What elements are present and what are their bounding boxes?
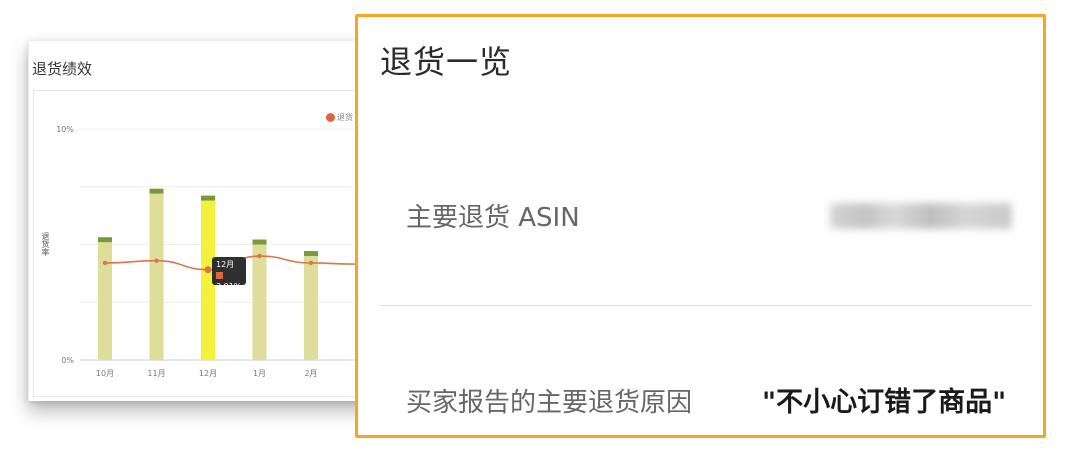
tooltip-value-row: 3.91%: [216, 270, 246, 292]
return-rate-chart: 0% 10% 10月 11月 12月 1月 2月: [56, 125, 360, 378]
bar-cap: [149, 188, 164, 194]
bar-cap: [201, 195, 215, 201]
legend-label: 退货: [337, 113, 353, 122]
x-tick-label: 10月: [96, 369, 114, 378]
row-divider: [380, 305, 1032, 306]
line-point: [308, 260, 314, 266]
line-point: [204, 266, 212, 274]
bar-cap: [252, 239, 267, 245]
bar: [149, 193, 164, 360]
y-axis-label: 退货率: [41, 232, 50, 256]
tooltip-category: 12月: [216, 260, 235, 269]
line-point: [102, 260, 108, 266]
top-return-reason-label: 买家报告的主要退货原因: [406, 388, 693, 418]
x-tick-label: 2月: [304, 369, 317, 378]
bar: [98, 242, 112, 360]
x-tick-label: 1月: [253, 369, 266, 378]
line-point: [154, 258, 159, 263]
bar: [252, 244, 267, 360]
tooltip-value: 3.91%: [216, 282, 242, 291]
bar: [304, 256, 318, 360]
top-return-reason-value: "不小心订错了商品": [762, 387, 1007, 418]
legend-marker-icon[interactable]: [326, 113, 335, 122]
tooltip-swatch-icon: [216, 272, 223, 279]
bar-cap: [98, 237, 112, 243]
returns-overview-panel: 退货一览 主要退货 ASIN 买家报告的主要退货原因 "不小心订错了商品": [355, 14, 1046, 438]
top-return-asin-label: 主要退货 ASIN: [406, 203, 580, 233]
bar-cap: [304, 251, 318, 257]
top-return-asin-value-redacted[interactable]: [830, 203, 1012, 229]
panel-title: 退货一览: [380, 43, 513, 81]
y-tick-label: 0%: [61, 356, 74, 365]
x-tick-label: 11月: [147, 369, 165, 378]
line-point: [257, 253, 262, 259]
chart-tooltip: 12月 3.91%: [212, 257, 246, 291]
x-tick-label: 12月: [199, 369, 217, 378]
y-tick-label: 10%: [56, 125, 74, 134]
